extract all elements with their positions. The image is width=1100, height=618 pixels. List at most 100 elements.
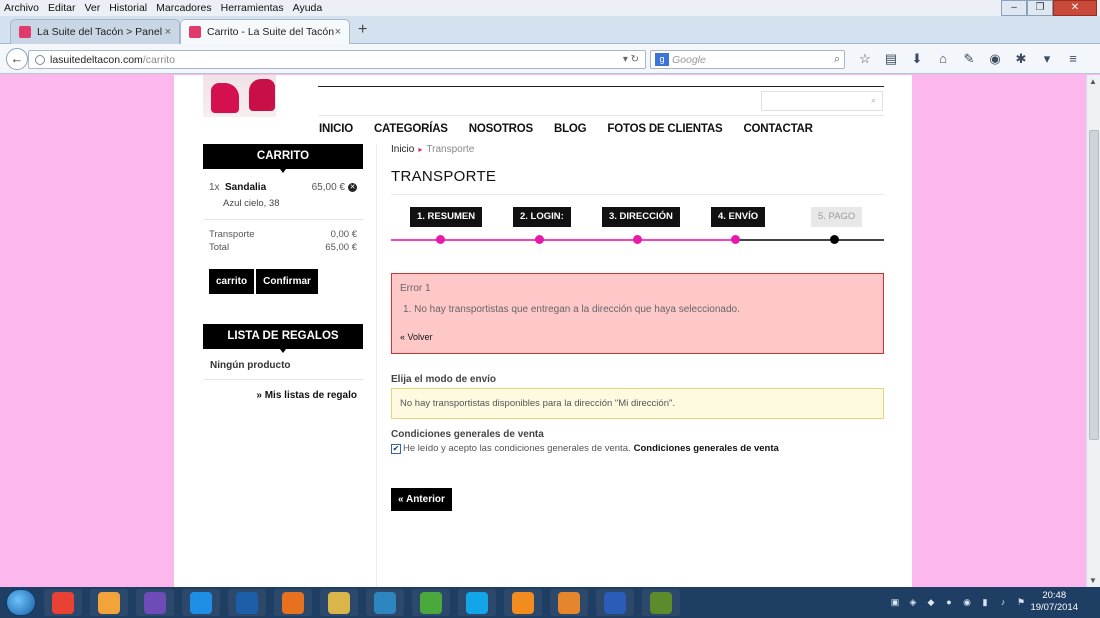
nav-categorias[interactable]: CATEGORÍAS [374, 123, 448, 135]
shipping-row: Transporte 0,00 € [203, 229, 363, 240]
menu-archivo[interactable]: Archivo [4, 2, 39, 14]
tab-close-icon[interactable]: × [165, 26, 171, 38]
menu-herramientas[interactable]: Herramientas [221, 2, 284, 14]
reload-icon[interactable]: ▾ ↻ [623, 54, 639, 65]
tray-icon[interactable]: ▣ [888, 595, 902, 609]
previous-button[interactable]: « Anterior [391, 488, 452, 511]
dreamweaver-icon [650, 591, 672, 614]
nav-nosotros[interactable]: NOSOTROS [469, 123, 533, 135]
taskbar-app-utorrent[interactable] [412, 589, 450, 616]
error-box: Error 1 1. No hay transportistas que ent… [391, 273, 884, 354]
outlook-icon [558, 591, 580, 614]
restore-button[interactable]: ❐ [1027, 0, 1053, 16]
scroll-up-icon[interactable]: ▲ [1089, 77, 1097, 86]
taskbar-app-dropbox[interactable] [182, 589, 220, 616]
taskbar-app-eclipse[interactable] [136, 589, 174, 616]
tab-close-icon[interactable]: × [335, 26, 341, 38]
cart-item-qty: 1x [209, 182, 220, 193]
taskbar-app-paint[interactable] [90, 589, 128, 616]
back-link[interactable]: « Volver [400, 332, 875, 342]
google-engine-icon[interactable]: g [655, 53, 669, 66]
tab-panel[interactable]: La Suite del Tacón > Panel ... × [10, 19, 180, 44]
search-icon[interactable]: ⌕ [834, 53, 840, 66]
step-resumen[interactable]: 1. RESUMEN [410, 207, 483, 227]
bookmark-star-icon[interactable]: ☆ [852, 51, 878, 67]
step-envio[interactable]: 4. ENVÍO [711, 207, 766, 227]
nav-fotos-de-clientas[interactable]: FOTOS DE CLIENTAS [607, 123, 722, 135]
header-shoes-image [203, 75, 276, 117]
taskbar-app-explorer[interactable] [320, 589, 358, 616]
divider [203, 379, 363, 380]
utorrent-icon [420, 591, 442, 614]
extension-icon[interactable]: ✱ [1008, 51, 1034, 67]
taskbar-app-power[interactable] [228, 589, 266, 616]
system-clock[interactable]: 20:48 19/07/2014 [1030, 590, 1078, 614]
new-tab-button[interactable]: + [358, 21, 367, 39]
network-icon[interactable]: ▮ [978, 595, 992, 609]
skype-icon [466, 591, 488, 614]
taskbar-app-chrome[interactable] [44, 589, 82, 616]
scroll-down-icon[interactable]: ▼ [1089, 576, 1097, 585]
conditions-link[interactable]: Condiciones generales de venta [634, 443, 779, 454]
menu-icon[interactable]: ≡ [1060, 51, 1086, 67]
url-bar[interactable]: lasuitedeltacon.com/carrito ▾ ↻ [28, 50, 646, 69]
step-pago: 5. PAGO [811, 207, 863, 227]
flag-icon[interactable]: ⚑ [1014, 595, 1028, 609]
cart-item-name[interactable]: Sandalia [225, 182, 312, 193]
taskbar-app-firefox[interactable] [274, 589, 312, 616]
start-button[interactable] [6, 589, 36, 616]
volume-icon[interactable]: ♪ [996, 595, 1010, 609]
taskbar-app-word[interactable] [596, 589, 634, 616]
menu-ayuda[interactable]: Ayuda [293, 2, 323, 14]
tab-carrito[interactable]: Carrito - La Suite del Tacón × [180, 19, 350, 44]
dropbox-icon [190, 591, 212, 614]
tray-icon[interactable]: ◆ [924, 595, 938, 609]
step-login[interactable]: 2. LOGIN: [513, 207, 571, 227]
back-button[interactable]: ← [6, 48, 28, 70]
clock-date: 19/07/2014 [1030, 602, 1078, 613]
taskbar-app-dreamweaver[interactable] [642, 589, 680, 616]
bookmarks-list-icon[interactable]: ▤ [878, 51, 904, 67]
menu-marcadores[interactable]: Marcadores [156, 2, 211, 14]
nav-blog[interactable]: BLOG [554, 123, 587, 135]
nav-inicio[interactable]: INICIO [319, 123, 353, 135]
home-icon[interactable]: ⌂ [930, 51, 956, 67]
overflow-icon[interactable]: ▾ [1034, 51, 1060, 67]
conditions-checkbox[interactable]: ✔ [391, 443, 401, 454]
menu-editar[interactable]: Editar [48, 2, 75, 14]
confirm-button[interactable]: Confirmar [256, 269, 318, 294]
downloads-icon[interactable]: ⬇ [904, 51, 930, 67]
addon-icon[interactable]: ✎ [956, 51, 982, 67]
page-scrollbar[interactable]: ▲ ▼ [1086, 75, 1100, 587]
search-icon[interactable]: ⌕ [871, 95, 876, 106]
cart-item: 1x Sandalia 65,00 € ✕ [203, 182, 363, 193]
my-gift-lists-link[interactable]: » Mis listas de regalo [203, 390, 363, 401]
step-marker [633, 235, 642, 244]
taskbar-app-filezilla[interactable] [366, 589, 404, 616]
nav-contactar[interactable]: CONTACTAR [743, 123, 813, 135]
taskbar-app-media-player[interactable] [504, 589, 542, 616]
site-search-input[interactable]: ⌕ [761, 91, 883, 111]
close-window-button[interactable]: ✕ [1053, 0, 1097, 16]
tray-icon[interactable]: ● [942, 595, 956, 609]
cart-item-variant: Azul cielo, 38 [223, 198, 280, 209]
minimize-button[interactable]: – [1001, 0, 1027, 16]
search-input[interactable]: g Google ⌕ [650, 50, 845, 69]
tray-icon[interactable]: ◈ [906, 595, 920, 609]
cart-button[interactable]: carrito [209, 269, 255, 294]
tray-icon[interactable]: ◉ [960, 595, 974, 609]
menu-historial[interactable]: Historial [109, 2, 147, 14]
breadcrumb-home[interactable]: Inicio [391, 144, 414, 155]
scroll-thumb[interactable] [1089, 130, 1099, 440]
taskbar-app-outlook[interactable] [550, 589, 588, 616]
taskbar-app-skype[interactable] [458, 589, 496, 616]
media-player-icon [512, 591, 534, 614]
system-tray: ▣ ◈ ◆ ● ◉ ▮ ♪ ⚑ [888, 595, 1032, 609]
conditions-label: Condiciones generales de venta [391, 429, 544, 440]
menu-ver[interactable]: Ver [84, 2, 100, 14]
remove-item-icon[interactable]: ✕ [348, 183, 357, 192]
skype-addon-icon[interactable]: ◉ [982, 51, 1008, 67]
main-navigation: INICIO CATEGORÍAS NOSOTROS BLOG FOTOS DE… [319, 123, 834, 135]
eclipse-icon [144, 591, 166, 614]
step-direccion[interactable]: 3. DIRECCIÓN [602, 207, 680, 227]
